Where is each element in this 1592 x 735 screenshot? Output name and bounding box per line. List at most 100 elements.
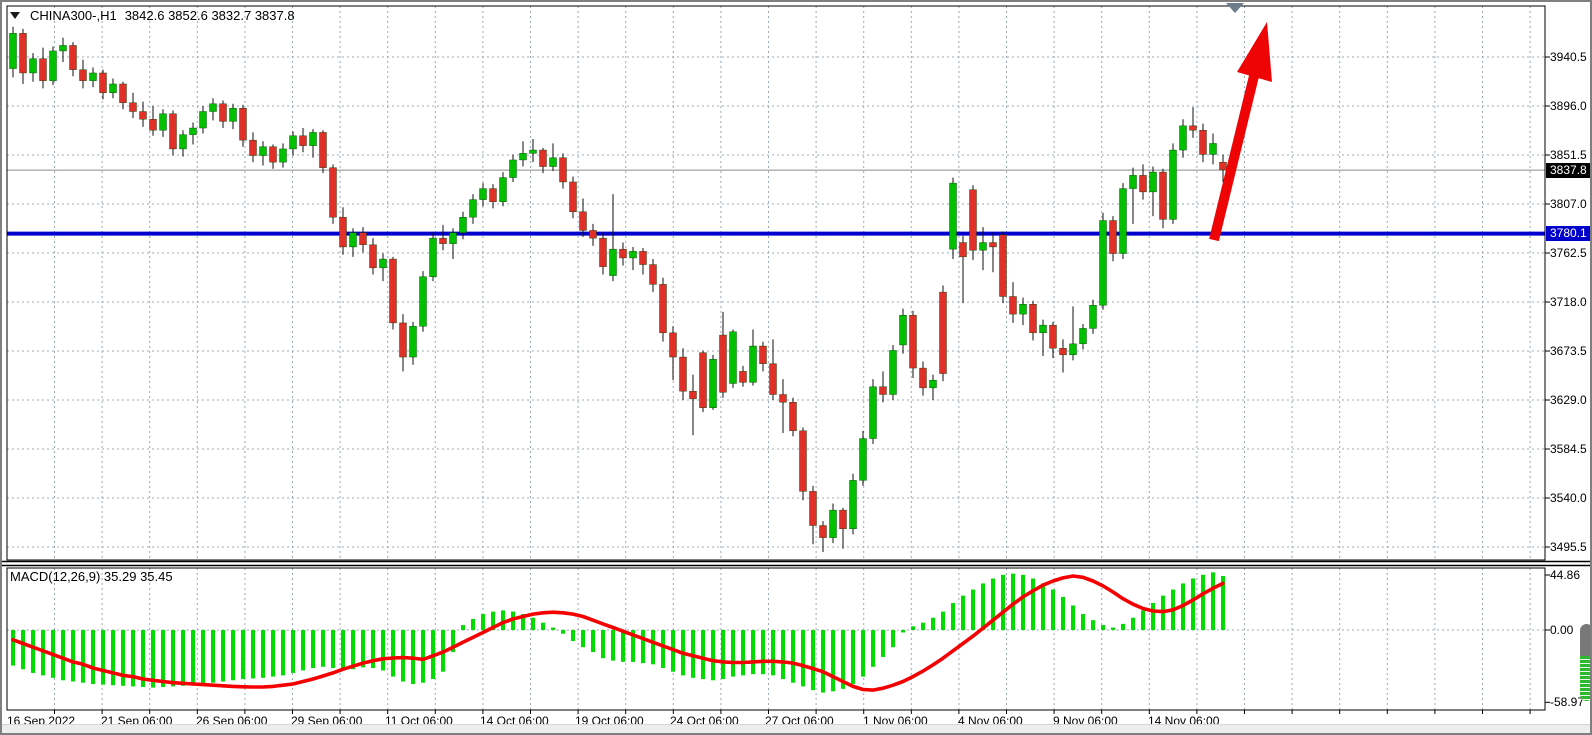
macd-histogram-bar: [481, 614, 485, 630]
candle-body: [810, 491, 817, 525]
candle-body: [360, 233, 367, 245]
macd-histogram-bar: [571, 630, 575, 641]
macd-histogram-bar: [951, 603, 955, 630]
macd-histogram-bar: [331, 630, 335, 668]
macd-histogram-bar: [591, 630, 595, 652]
candle-body: [750, 346, 757, 382]
candle-body: [1020, 304, 1027, 314]
candle-body: [930, 380, 937, 388]
price-axis-label: 3673.5: [1550, 344, 1587, 358]
candle-body: [650, 265, 657, 285]
triangle-down-marker-icon: [1226, 3, 1244, 13]
candle-body: [90, 73, 97, 81]
symbol-dropdown-icon[interactable]: [10, 12, 20, 19]
macd-histogram-bar: [11, 630, 15, 666]
macd-histogram-bar: [1151, 603, 1155, 630]
candle-body: [790, 402, 797, 431]
candle-body: [1050, 325, 1057, 348]
macd-histogram-bar: [391, 630, 395, 677]
main-panel-border: [7, 6, 1545, 560]
record-stripes-icon: [1580, 656, 1592, 701]
candle-body: [240, 108, 247, 140]
macd-histogram-bar: [21, 630, 25, 669]
macd-histogram-bar: [271, 630, 275, 677]
current-price-tag: 3837.8: [1546, 163, 1592, 178]
candle-body: [560, 158, 567, 182]
candle-body: [890, 350, 897, 394]
macd-histogram-bar: [821, 630, 825, 693]
macd-indicator-label: MACD(12,26,9) 35.29 35.45: [10, 569, 173, 584]
macd-histogram-bar: [1071, 605, 1075, 630]
macd-histogram-bar: [561, 630, 565, 634]
candle-body: [350, 233, 357, 247]
macd-histogram-bar: [741, 630, 745, 675]
chart-header: CHINA300-,H1 3842.6 3852.6 3832.7 3837.8: [10, 8, 295, 23]
candle-body: [730, 332, 737, 384]
candle-body: [820, 526, 827, 538]
macd-histogram-bar: [931, 618, 935, 630]
macd-histogram-bar: [211, 630, 215, 683]
candle-body: [300, 136, 307, 146]
macd-histogram-bar: [641, 630, 645, 663]
candle-body: [960, 243, 967, 257]
candlestick-chart-canvas[interactable]: [2, 2, 1592, 735]
candle-body: [970, 190, 977, 251]
macd-histogram-bar: [831, 630, 835, 691]
macd-histogram-bar: [471, 619, 475, 630]
macd-histogram-bar: [981, 583, 985, 630]
macd-histogram-bar: [1001, 575, 1005, 630]
macd-histogram-bar: [541, 623, 545, 630]
macd-histogram-bar: [911, 626, 915, 630]
candle-body: [70, 45, 77, 69]
candle-body: [380, 259, 387, 268]
candle-body: [680, 357, 687, 391]
candle-body: [990, 243, 997, 247]
candle-body: [410, 326, 417, 357]
price-axis-label: 3584.5: [1550, 442, 1587, 456]
price-axis-label: 3629.0: [1550, 393, 1587, 407]
candle-body: [500, 178, 507, 202]
candle-body: [1070, 344, 1077, 355]
candle-body: [800, 431, 807, 492]
candle-body: [1190, 126, 1197, 130]
scroll-thumb-icon[interactable]: [1580, 624, 1592, 656]
macd-histogram-bar: [901, 630, 905, 632]
trend-arrow-head-icon: [1237, 22, 1272, 82]
candle-body: [1000, 235, 1007, 297]
candle-body: [280, 149, 287, 162]
macd-histogram-bar: [251, 630, 255, 678]
macd-histogram-bar: [611, 630, 615, 661]
candle-body: [510, 160, 517, 178]
macd-histogram-bar: [1101, 625, 1105, 630]
candle-body: [60, 45, 67, 51]
candle-body: [40, 59, 47, 81]
candle-body: [740, 371, 747, 382]
macd-histogram-bar: [281, 630, 285, 675]
candle-body: [420, 277, 427, 327]
candle-body: [670, 333, 677, 357]
candle-body: [370, 245, 377, 268]
price-axis-label: 3896.0: [1550, 99, 1587, 113]
macd-histogram-bar: [921, 623, 925, 630]
macd-histogram-bar: [751, 630, 755, 674]
macd-histogram-bar: [231, 630, 235, 680]
candle-body: [900, 315, 907, 345]
symbol-period-label: CHINA300-,H1: [30, 8, 117, 23]
candle-body: [260, 147, 267, 156]
macd-histogram-bar: [31, 630, 35, 673]
macd-histogram-bar: [1091, 620, 1095, 630]
macd-histogram-bar: [1051, 590, 1055, 630]
candle-body: [20, 33, 27, 73]
candle-body: [50, 51, 57, 81]
ohlc-quote-label: 3842.6 3852.6 3832.7 3837.8: [125, 8, 295, 23]
macd-histogram-bar: [1131, 618, 1135, 630]
macd-histogram-bar: [1041, 583, 1045, 630]
candle-body: [320, 132, 327, 167]
macd-histogram-bar: [971, 590, 975, 630]
macd-histogram-bar: [801, 630, 805, 686]
macd-histogram-bar: [791, 630, 795, 683]
scroll-widget[interactable]: [1580, 624, 1592, 701]
macd-histogram-bar: [221, 630, 225, 682]
candle-body: [660, 284, 667, 332]
macd-histogram-bar: [761, 630, 765, 674]
